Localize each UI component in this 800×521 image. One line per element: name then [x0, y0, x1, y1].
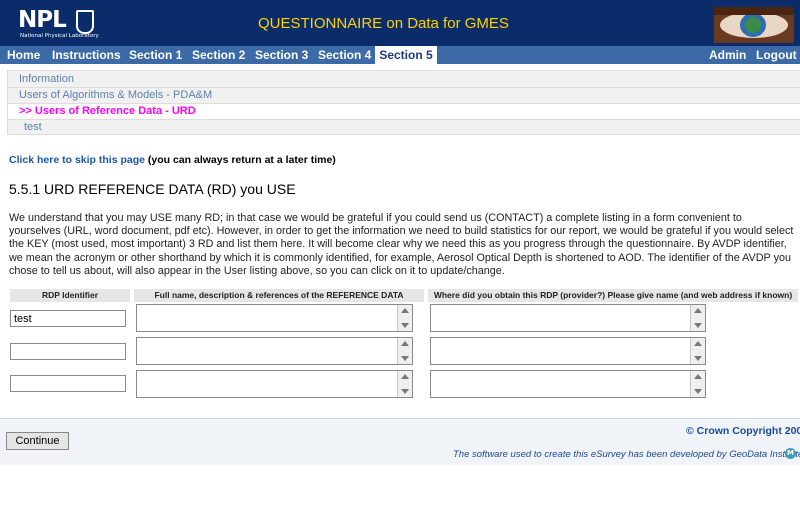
npl-logo: NPL National Physical Laboratory [10, 5, 110, 41]
section-subnav: Information Users of Algorithms & Models… [7, 70, 800, 135]
scroll-down-icon[interactable] [694, 389, 702, 394]
scrollbar[interactable] [690, 305, 705, 331]
skip-page-link[interactable]: Click here to skip this page [9, 154, 145, 166]
intro-paragraph: We understand that you may USE many RD; … [9, 212, 794, 277]
nav-section-2[interactable]: Section 2 [192, 46, 245, 64]
scroll-up-icon[interactable] [401, 341, 409, 346]
shield-icon [76, 10, 94, 34]
npl-logo-text: NPL [18, 7, 67, 33]
nav-section-3[interactable]: Section 3 [255, 46, 308, 64]
rdp-identifier-field-2[interactable] [10, 343, 126, 360]
header-full-name: Full name, description & references of t… [134, 289, 424, 302]
page-title: QUESTIONNAIRE on Data for GMES [258, 15, 509, 32]
developer-note: The software used to create this eSurvey… [453, 449, 800, 460]
provider-textarea-3[interactable] [430, 370, 706, 398]
eye-globe-icon [714, 7, 794, 43]
scroll-up-icon[interactable] [694, 374, 702, 379]
subnav-item-pdam[interactable]: Users of Algorithms & Models - PDA&M [8, 88, 800, 104]
skip-line: Click here to skip this page (you can al… [9, 154, 336, 166]
scroll-down-icon[interactable] [694, 323, 702, 328]
scrollbar[interactable] [397, 305, 412, 331]
provider-textarea-1[interactable] [430, 304, 706, 332]
nav-logout[interactable]: Logout [756, 46, 797, 64]
scroll-down-icon[interactable] [401, 356, 409, 361]
geodata-logo-icon: M [785, 448, 796, 459]
rdp-identifier-field-1[interactable]: test [10, 310, 126, 327]
scrollbar[interactable] [690, 338, 705, 364]
subnav-item-test[interactable]: test [8, 120, 800, 135]
header-bar: NPL National Physical Laboratory QUESTIO… [0, 0, 800, 46]
skip-note: (you can always return at a later time) [147, 154, 336, 166]
description-textarea-1[interactable] [136, 304, 413, 332]
section-heading: 5.5.1 URD REFERENCE DATA (RD) you USE [9, 181, 296, 197]
scrollbar[interactable] [397, 338, 412, 364]
nav-instructions[interactable]: Instructions [52, 46, 121, 64]
rdp-identifier-field-3[interactable] [10, 375, 126, 392]
continue-button[interactable]: Continue [6, 432, 69, 450]
description-textarea-3[interactable] [136, 370, 413, 398]
scrollbar[interactable] [397, 371, 412, 397]
provider-textarea-2[interactable] [430, 337, 706, 365]
nav-section-5[interactable]: Section 5 [375, 46, 437, 64]
scroll-up-icon[interactable] [694, 341, 702, 346]
nav-admin[interactable]: Admin [709, 46, 746, 64]
description-textarea-2[interactable] [136, 337, 413, 365]
nav-section-1[interactable]: Section 1 [129, 46, 182, 64]
scroll-up-icon[interactable] [694, 308, 702, 313]
main-nav: Home Instructions Section 1 Section 2 Se… [0, 46, 800, 64]
header-rdp-identifier: RDP Identifier [10, 289, 130, 302]
scroll-up-icon[interactable] [401, 374, 409, 379]
header-provider: Where did you obtain this RDP (provider?… [428, 289, 798, 302]
copyright-text: © Crown Copyright 2002 [686, 425, 800, 437]
subnav-item-urd[interactable]: >> Users of Reference Data - URD [8, 104, 800, 120]
scrollbar[interactable] [690, 371, 705, 397]
scroll-down-icon[interactable] [401, 389, 409, 394]
scroll-down-icon[interactable] [401, 323, 409, 328]
nav-section-4[interactable]: Section 4 [318, 46, 371, 64]
scroll-up-icon[interactable] [401, 308, 409, 313]
subnav-item-information[interactable]: Information [8, 72, 800, 88]
npl-logo-subtitle: National Physical Laboratory [20, 33, 99, 39]
scroll-down-icon[interactable] [694, 356, 702, 361]
nav-home[interactable]: Home [7, 46, 40, 64]
